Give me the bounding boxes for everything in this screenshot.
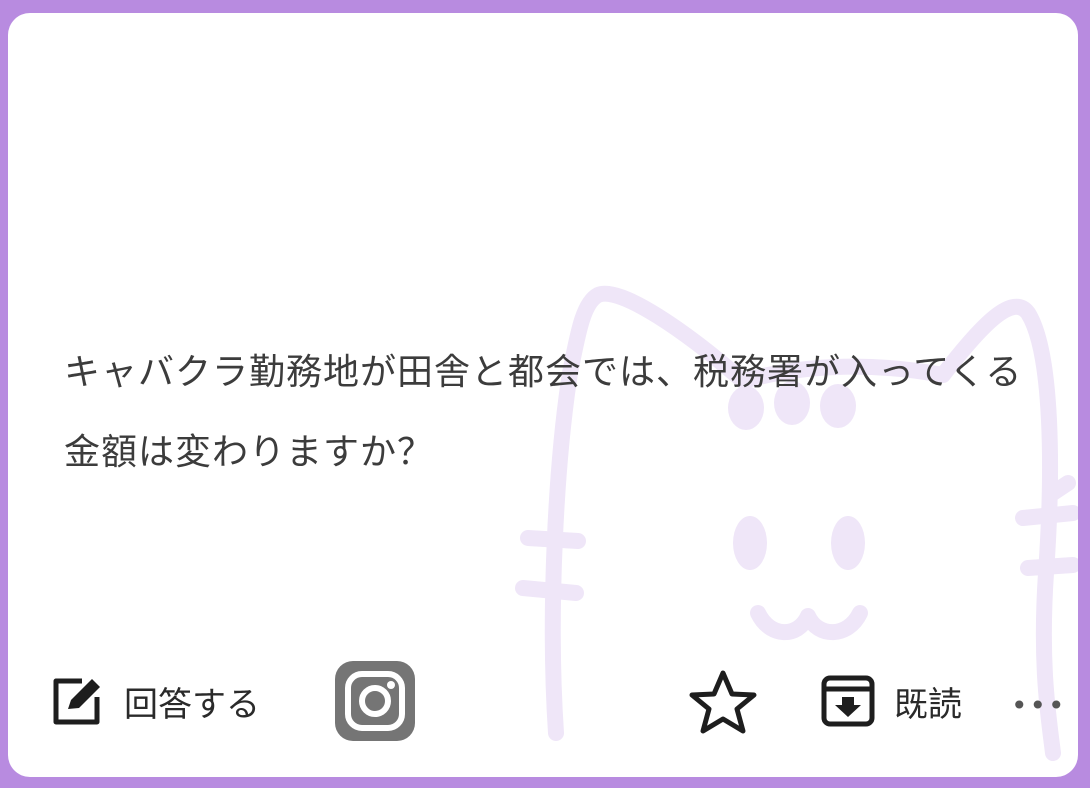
archive-download-icon (821, 675, 875, 727)
more-button[interactable]: ••• (1011, 689, 1067, 722)
favorite-button[interactable] (688, 669, 758, 739)
instagram-icon (335, 661, 415, 741)
question-text: キャバクラ勤務地が田舎と都会では、税務署が入ってくる金額は変わりますか？ (64, 352, 1023, 473)
answer-button[interactable]: 回答する (50, 675, 260, 727)
star-icon (689, 670, 757, 734)
instagram-button[interactable] (335, 661, 415, 741)
more-dots-icon: ••• (1011, 689, 1067, 722)
answer-label: 回答する (124, 684, 260, 725)
read-label: 既読 (894, 684, 962, 725)
pencil-square-icon (53, 678, 100, 725)
question-card: キャバクラ勤務地が田舎と都会では、税務署が入ってくる金額は変わりますか？ 回答す… (8, 13, 1078, 777)
mark-read-button[interactable]: 既読 (820, 675, 962, 727)
